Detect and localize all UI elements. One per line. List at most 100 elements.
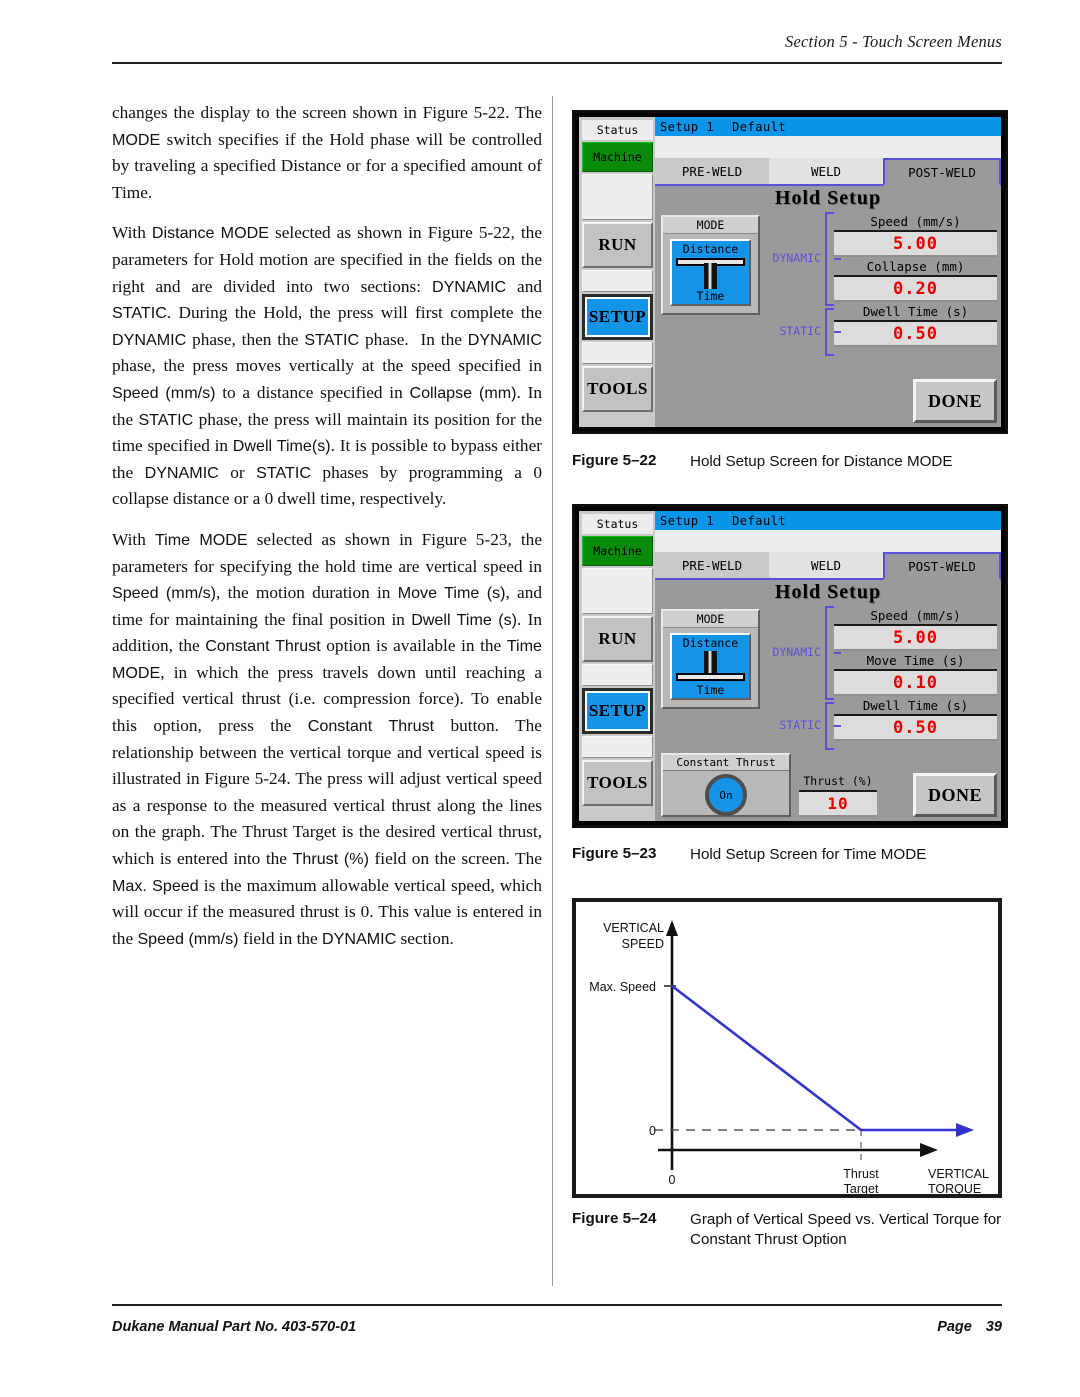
hold-setup-panel: Hold Setup MODE Distance Time Speed (mm/… bbox=[655, 186, 1001, 427]
vertical-speed-torque-graph: VERTICAL SPEED Max. Speed 0 0 Thrust Tar… bbox=[572, 898, 1002, 1198]
y-axis-arrowhead bbox=[666, 920, 678, 936]
x-tick-label-thrust-line1: Thrust bbox=[843, 1167, 879, 1181]
field-label-thrust: Thrust (%) bbox=[799, 772, 877, 792]
run-button[interactable]: RUN bbox=[582, 222, 653, 268]
constant-thrust-label: Constant Thrust bbox=[663, 755, 789, 771]
mode-option-time: Time bbox=[696, 289, 725, 303]
done-button[interactable]: DONE bbox=[913, 773, 997, 817]
static-bracket-tick bbox=[834, 331, 841, 333]
field-value-collapse[interactable]: 0.20 bbox=[834, 277, 997, 302]
figure-23-number: Figure 5–23 bbox=[572, 845, 657, 862]
nav-rail: Status Machine RUN SETUP TOOLS bbox=[579, 117, 655, 427]
figure-24-text: Graph of Vertical Speed vs. Vertical Tor… bbox=[690, 1211, 1002, 1248]
tools-button[interactable]: TOOLS bbox=[582, 366, 653, 412]
figure-22-caption: Figure 5–22 Hold Setup Screen for Distan… bbox=[572, 452, 1002, 472]
graph-svg: VERTICAL SPEED Max. Speed 0 0 Thrust Tar… bbox=[589, 920, 989, 1194]
paragraph-1: changes the display to the screen shown … bbox=[112, 103, 542, 202]
running-head: Section 5 - Touch Screen Menus bbox=[785, 32, 1002, 51]
static-bracket bbox=[825, 308, 834, 356]
screen-inner: Status Machine RUN SETUP TOOLS Setup 1 D… bbox=[579, 117, 1001, 427]
paragraph-3: With Time MODE selected as shown in Figu… bbox=[112, 529, 543, 948]
page-number-group: Page 39 bbox=[937, 1319, 1002, 1335]
figure-22-text: Hold Setup Screen for Distance MODE bbox=[690, 453, 953, 470]
field-label-dwell-time: Dwell Time (s) bbox=[834, 696, 997, 716]
rail-spacer-1 bbox=[582, 270, 653, 292]
y-axis-label-line1: VERTICAL bbox=[603, 921, 664, 935]
field-label-dwell-time: Dwell Time (s) bbox=[834, 302, 997, 322]
field-value-dwell-time[interactable]: 0.50 bbox=[834, 322, 997, 347]
parameter-fields: Speed (mm/s) 5.00 Collapse (mm) 0.20 Dwe… bbox=[834, 212, 997, 347]
field-value-dwell-time[interactable]: 0.50 bbox=[834, 716, 997, 741]
dynamic-bracket-tick bbox=[834, 652, 841, 654]
rail-spacer-1 bbox=[582, 664, 653, 686]
mode-toggle-switch[interactable]: Distance Time bbox=[670, 239, 751, 306]
thrust-field: Thrust (%) 10 bbox=[799, 772, 877, 817]
mode-group-label: MODE bbox=[663, 217, 758, 234]
field-label-move-time: Move Time (s) bbox=[834, 651, 997, 671]
machine-status-indicator[interactable]: Machine bbox=[582, 536, 653, 566]
setup-button[interactable]: SETUP bbox=[582, 294, 653, 340]
screen-inner: Status Machine RUN SETUP TOOLS Setup 1 D… bbox=[579, 511, 1001, 821]
hold-setup-screen-time: Status Machine RUN SETUP TOOLS Setup 1 D… bbox=[572, 504, 1008, 828]
done-button[interactable]: DONE bbox=[913, 379, 997, 423]
screen-main: Setup 1 Default PRE-WELD WELD POST-WELD … bbox=[655, 511, 1001, 821]
tab-post-weld[interactable]: POST-WELD bbox=[883, 158, 1001, 186]
constant-thrust-button[interactable]: On bbox=[705, 774, 747, 816]
setup-number: Setup 1 bbox=[660, 513, 715, 528]
switch-track bbox=[676, 673, 745, 681]
page-footer: Dukane Manual Part No. 403-570-01 Page 3… bbox=[112, 1319, 1002, 1335]
tab-pre-weld[interactable]: PRE-WELD bbox=[655, 158, 769, 184]
page-label: Page bbox=[937, 1319, 972, 1335]
rail-spacer-2 bbox=[582, 342, 653, 364]
footer-rule bbox=[112, 1304, 1002, 1306]
speed-torque-line-arrowhead bbox=[956, 1123, 974, 1137]
panel-title: Hold Setup bbox=[774, 581, 882, 603]
constant-thrust-group: Constant Thrust On bbox=[661, 753, 791, 817]
tab-pre-weld[interactable]: PRE-WELD bbox=[655, 552, 769, 578]
field-label-speed: Speed (mm/s) bbox=[834, 212, 997, 232]
field-value-speed[interactable]: 5.00 bbox=[834, 626, 997, 651]
setup-name: Default bbox=[732, 119, 787, 134]
static-section-label: STATIC bbox=[779, 718, 821, 732]
mode-option-distance: Distance bbox=[682, 636, 739, 650]
run-button[interactable]: RUN bbox=[582, 616, 653, 662]
rail-blank-panel bbox=[582, 568, 653, 614]
nav-rail: Status Machine RUN SETUP TOOLS bbox=[579, 511, 655, 821]
machine-status-indicator[interactable]: Machine bbox=[582, 142, 653, 172]
dynamic-bracket bbox=[825, 606, 834, 700]
weld-phase-tabs: PRE-WELD WELD POST-WELD bbox=[655, 158, 1001, 186]
page-number: 39 bbox=[985, 1319, 1002, 1335]
field-value-speed[interactable]: 5.00 bbox=[834, 232, 997, 257]
figure-23-text: Hold Setup Screen for Time MODE bbox=[690, 846, 927, 863]
paragraph-2: With Distance MODE selected as shown in … bbox=[112, 223, 543, 509]
mode-toggle-switch[interactable]: Distance Time bbox=[670, 633, 751, 700]
figure-22-number: Figure 5–22 bbox=[572, 452, 657, 469]
mode-group: MODE Distance Time bbox=[661, 215, 760, 315]
x-tick-label-zero: 0 bbox=[669, 1173, 676, 1187]
field-value-thrust[interactable]: 10 bbox=[799, 792, 877, 817]
setup-number: Setup 1 bbox=[660, 119, 715, 134]
y-tick-label-max-speed: Max. Speed bbox=[589, 980, 656, 994]
speed-torque-line bbox=[671, 984, 961, 1132]
body-text-column: changes the display to the screen shown … bbox=[112, 100, 542, 966]
dynamic-bracket-tick bbox=[834, 258, 841, 260]
figure-24-caption: Figure 5–24 Graph of Vertical Speed vs. … bbox=[572, 1210, 1002, 1250]
manual-page: Section 5 - Touch Screen Menus changes t… bbox=[0, 0, 1080, 1397]
hold-setup-panel: Hold Setup MODE Distance Time Constant T… bbox=[655, 580, 1001, 821]
x-axis-arrowhead bbox=[920, 1143, 938, 1157]
figure-24-number: Figure 5–24 bbox=[572, 1210, 657, 1227]
tools-button[interactable]: TOOLS bbox=[582, 760, 653, 806]
x-axis-label-line1: VERTICAL bbox=[928, 1167, 989, 1181]
mode-option-distance: Distance bbox=[682, 242, 739, 256]
setup-button[interactable]: SETUP bbox=[582, 688, 653, 734]
field-value-move-time[interactable]: 0.10 bbox=[834, 671, 997, 696]
hold-setup-screen-distance: Status Machine RUN SETUP TOOLS Setup 1 D… bbox=[572, 110, 1008, 434]
mode-option-time: Time bbox=[696, 683, 725, 697]
x-tick-label-thrust-line2: Target bbox=[844, 1182, 879, 1194]
tab-weld[interactable]: WELD bbox=[769, 552, 883, 578]
parameter-fields: Speed (mm/s) 5.00 Move Time (s) 0.10 Dwe… bbox=[834, 606, 997, 741]
tab-weld[interactable]: WELD bbox=[769, 158, 883, 184]
panel-title: Hold Setup bbox=[774, 187, 882, 209]
dynamic-bracket bbox=[825, 212, 834, 306]
tab-post-weld[interactable]: POST-WELD bbox=[883, 552, 1001, 580]
